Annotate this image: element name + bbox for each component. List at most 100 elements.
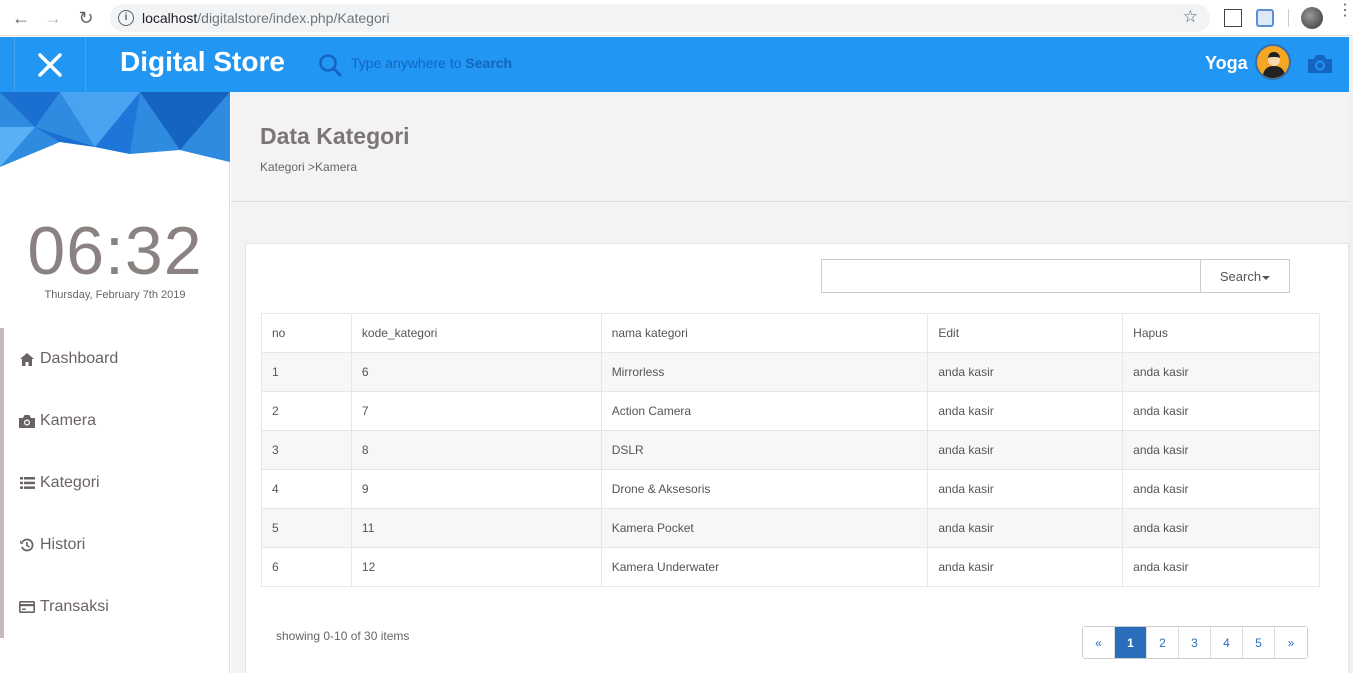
sidebar-item-transaksi[interactable]: Transaksi [18,592,109,622]
page-prev-button[interactable]: « [1083,627,1115,658]
search-icon[interactable] [318,53,342,77]
main-content: Data Kategori Kategori >Kamera Search no… [231,92,1349,673]
table-cell: 5 [261,508,352,548]
close-icon [38,52,62,77]
table-cell: 3 [261,430,352,470]
column-header[interactable]: Hapus [1122,313,1320,353]
delete-cell[interactable]: anda kasir [1122,391,1320,431]
delete-cell[interactable]: anda kasir [1122,469,1320,509]
sidebar-item-label: Histori [40,536,86,553]
scrollbar[interactable] [1349,37,1353,673]
table-row: 2 7 Action Camera anda kasir anda kasir [261,391,1320,431]
search-dropdown-button[interactable]: Search [1200,259,1290,293]
browser-menu-icon[interactable]: ⋮ [1337,3,1353,19]
clock: 06:32 [27,213,203,289]
column-header[interactable]: kode_kategori [350,313,602,353]
edit-cell[interactable]: anda kasir [927,508,1124,548]
delete-cell[interactable]: anda kasir [1122,508,1320,548]
edit-cell[interactable]: anda kasir [927,547,1124,587]
global-search-hint[interactable]: Type anywhere to Search [351,55,512,71]
profile-avatar[interactable] [1301,7,1323,29]
sidebar-banner [0,92,230,167]
caret-down-icon [1262,275,1271,280]
sidebar-item-kamera[interactable]: Kamera [18,406,96,436]
site-info-icon[interactable]: i [118,10,134,26]
edit-cell[interactable]: anda kasir [927,469,1124,509]
extension-icon[interactable] [1256,9,1274,27]
credit-card-icon [18,599,36,615]
data-card: Search no kode_kategori nama kategori Ed… [245,243,1349,673]
table-cell: Mirrorless [600,352,929,392]
sidebar-item-label: Transaksi [40,598,109,615]
brand-title[interactable]: Digital Store [120,46,285,78]
page-button[interactable]: 1 [1115,627,1147,658]
bookmark-star-icon[interactable]: ☆ [1183,7,1198,27]
close-sidebar-button[interactable] [14,37,86,92]
sidebar-item-label: Kategori [40,474,100,491]
table-row: 1 6 Mirrorless anda kasir anda kasir [261,352,1320,392]
table-row: 3 8 DSLR anda kasir anda kasir [261,430,1320,470]
forward-icon[interactable]: → [38,0,68,36]
home-icon [18,351,36,367]
delete-cell[interactable]: anda kasir [1122,352,1320,392]
column-header[interactable]: Edit [927,313,1124,353]
page-button[interactable]: 2 [1147,627,1179,658]
avatar[interactable] [1255,44,1291,80]
sidebar-item-label: Dashboard [40,350,119,367]
edit-cell[interactable]: anda kasir [927,352,1124,392]
table-cell: 6 [350,352,602,392]
extension-icon[interactable] [1224,9,1242,27]
table-cell: 2 [261,391,352,431]
table-cell: 9 [350,469,602,509]
browser-toolbar: ← → ↻ i localhost/digitalstore/index.php… [0,0,1353,36]
app-header: Digital Store Type anywhere to Search Yo… [0,37,1353,92]
sidebar-item-dashboard[interactable]: Dashboard [18,344,118,374]
pagination: « 1 2 3 4 5 » [1082,626,1308,659]
toolbar-divider [1288,9,1289,27]
page-button[interactable]: 5 [1243,627,1275,658]
kategori-table: no kode_kategori nama kategori Edit Hapu… [261,313,1320,587]
table-search-input[interactable] [821,259,1201,293]
column-header[interactable]: no [261,313,352,353]
address-bar[interactable]: i localhost/digitalstore/index.php/Kateg… [110,4,1210,32]
history-icon [18,537,36,553]
camera-icon[interactable] [1306,53,1334,75]
table-cell: 7 [350,391,602,431]
sidebar-item-label: Kamera [40,412,97,429]
edit-cell[interactable]: anda kasir [927,391,1124,431]
table-cell: 8 [350,430,602,470]
table-cell: Kamera Underwater [600,547,929,587]
date-label: Thursday, February 7th 2019 [44,289,186,301]
sidebar-menu: Dashboard Kamera Kategori Histori Transa… [0,328,230,638]
page-button[interactable]: 3 [1179,627,1211,658]
table-row: 6 12 Kamera Underwater anda kasir anda k… [261,547,1320,587]
user-name[interactable]: Yoga [1205,53,1248,74]
sidebar: 06:32 Thursday, February 7th 2019 Dashbo… [0,92,230,673]
edit-cell[interactable]: anda kasir [927,430,1124,470]
sidebar-item-kategori[interactable]: Kategori [18,468,100,498]
delete-cell[interactable]: anda kasir [1122,547,1320,587]
pagination-summary: showing 0-10 of 30 items [276,629,410,643]
table-row: 5 11 Kamera Pocket anda kasir anda kasir [261,508,1320,548]
back-icon[interactable]: ← [6,0,36,36]
page-header: Data Kategori Kategori >Kamera [231,92,1349,202]
list-icon [18,475,36,491]
table-header-row: no kode_kategori nama kategori Edit Hapu… [261,313,1320,353]
delete-cell[interactable]: anda kasir [1122,430,1320,470]
table-cell: 12 [350,547,602,587]
page-next-button[interactable]: » [1275,627,1307,658]
breadcrumb: Kategori >Kamera [260,160,358,174]
sidebar-item-histori[interactable]: Histori [18,530,85,560]
table-cell: Drone & Aksesoris [600,469,929,509]
page-title: Data Kategori [260,123,410,149]
page-button[interactable]: 4 [1211,627,1243,658]
url-text[interactable]: localhost/digitalstore/index.php/Kategor… [142,10,390,26]
camera-icon [18,413,36,429]
reload-icon[interactable]: ↻ [71,0,101,36]
table-cell: Kamera Pocket [600,508,929,548]
table-cell: DSLR [600,430,929,470]
table-cell: 6 [261,547,352,587]
table-cell: 1 [261,352,352,392]
column-header[interactable]: nama kategori [600,313,929,353]
table-cell: Action Camera [600,391,929,431]
